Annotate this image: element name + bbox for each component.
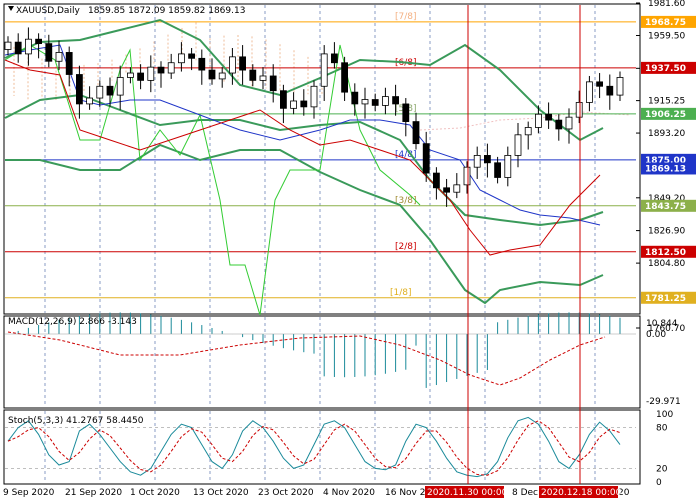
- candle[interactable]: [239, 45, 247, 85]
- candle[interactable]: [14, 33, 22, 63]
- date-marker-label: 2020.11.30 00:00: [427, 488, 508, 498]
- candle[interactable]: [494, 156, 502, 184]
- stoch-title: Stoch(5,3,3) 41.2767 58.4450: [8, 416, 144, 426]
- candle[interactable]: [65, 46, 73, 87]
- price-level-badge-text: 1781.25: [645, 294, 686, 304]
- candle[interactable]: [371, 93, 379, 112]
- candle[interactable]: [157, 61, 165, 88]
- chart-canvas[interactable]: [7/8][6/8][5/8][4/8][3/8][2/8][1/8] XAUU…: [0, 0, 700, 500]
- candle[interactable]: [402, 98, 410, 137]
- price-level-badge-text: 1937.50: [645, 64, 686, 74]
- price-tick-label: 1981.60: [648, 0, 685, 9]
- stoch-tick-label: 20: [656, 464, 668, 474]
- date-label: 9 Sep 2020: [3, 488, 55, 498]
- date-label: 13 Oct 2020: [193, 488, 249, 498]
- candle[interactable]: [300, 89, 308, 116]
- candlesticks[interactable]: [4, 27, 624, 207]
- murray-level-label: [7/8]: [395, 12, 417, 22]
- candle[interactable]: [504, 146, 512, 187]
- candle[interactable]: [167, 53, 175, 79]
- date-label: 4 Nov 2020: [323, 488, 375, 498]
- stoch-tick-label: 100: [656, 410, 673, 420]
- macd-title: MACD(12,26,9) 2.866 -3.143: [8, 317, 137, 327]
- price-tick-label: 1804.80: [648, 259, 685, 269]
- candle[interactable]: [24, 27, 32, 66]
- fast-line: [4, 44, 421, 316]
- price-level-badge-text: 1843.75: [645, 202, 686, 212]
- candle[interactable]: [606, 74, 614, 110]
- date-marker-label: 2020.12.18 00:00: [541, 488, 622, 498]
- murray-level-label: [1/8]: [390, 288, 412, 298]
- candle[interactable]: [35, 33, 42, 59]
- bollinger-bands: [4, 18, 604, 305]
- macd-tick-label: -29.971: [646, 397, 681, 407]
- symbol-label: XAUUSD,Daily: [16, 6, 80, 16]
- candle[interactable]: [218, 67, 226, 88]
- candle[interactable]: [290, 92, 298, 115]
- candle[interactable]: [381, 87, 389, 115]
- candle[interactable]: [177, 42, 185, 72]
- candle[interactable]: [4, 36, 12, 56]
- price-axis[interactable]: 1981.601959.501937.201915.251893.201849.…: [636, 0, 696, 488]
- candle[interactable]: [310, 80, 318, 119]
- candle[interactable]: [116, 65, 124, 110]
- date-label: 21 Sep 2020: [65, 488, 122, 498]
- date-label: 16 Nov 20: [385, 488, 431, 498]
- macd-signal-line: [7, 331, 606, 386]
- candle[interactable]: [279, 84, 287, 124]
- macd-tick-label: 0.00: [646, 330, 666, 340]
- dropdown-triangle-icon[interactable]: [8, 6, 14, 11]
- stoch-tick-label: 80: [656, 424, 668, 434]
- candle[interactable]: [351, 83, 359, 116]
- price-tick-label: 1893.20: [648, 129, 685, 139]
- stochastic-plot: [5, 416, 636, 478]
- candle[interactable]: [616, 71, 624, 101]
- candle[interactable]: [483, 143, 491, 178]
- symbol-info: XAUUSD,Daily 1859.85 1872.09 1859.82 186…: [8, 6, 245, 16]
- candle[interactable]: [463, 161, 471, 194]
- price-tick-label: 1915.25: [648, 97, 685, 107]
- candle[interactable]: [412, 112, 420, 150]
- time-axis[interactable]: 9 Sep 2020 21 Sep 2020 1 Oct 2020 13 Oct 20…: [3, 486, 630, 498]
- date-label: 23 Oct 2020: [258, 488, 314, 498]
- candle[interactable]: [106, 77, 114, 107]
- stoch-tick-label: 0: [656, 478, 662, 488]
- price-level-badge-text: 1968.75: [645, 18, 686, 28]
- candle[interactable]: [586, 75, 593, 112]
- date-label: 8 Dec: [512, 488, 538, 498]
- bollinger-line: [4, 18, 604, 142]
- price-tick-label: 1826.90: [648, 227, 685, 237]
- candle[interactable]: [453, 173, 461, 199]
- candle[interactable]: [188, 48, 196, 71]
- candle[interactable]: [524, 121, 532, 150]
- bollinger-line: [5, 143, 604, 305]
- candle[interactable]: [473, 146, 481, 179]
- candle[interactable]: [545, 102, 552, 129]
- candle[interactable]: [432, 167, 440, 200]
- candle[interactable]: [147, 55, 155, 93]
- candle[interactable]: [575, 90, 583, 124]
- current-price-text: 1869.13: [645, 164, 686, 174]
- price-tick-label: 1959.50: [648, 32, 685, 42]
- candle[interactable]: [86, 86, 93, 110]
- macd-tick-label: 10.844: [646, 319, 678, 329]
- candle[interactable]: [341, 56, 349, 101]
- price-level-badge-text: 1812.50: [645, 248, 686, 258]
- murray-levels: [7/8][6/8][5/8][4/8][3/8][2/8][1/8]: [5, 12, 636, 299]
- date-label: 1 Oct 2020: [130, 488, 180, 498]
- candle[interactable]: [555, 114, 563, 141]
- price-level-badge-text: 1906.25: [645, 110, 686, 120]
- candle[interactable]: [269, 64, 277, 103]
- candle[interactable]: [514, 123, 522, 168]
- candle[interactable]: [596, 73, 603, 99]
- candle[interactable]: [443, 178, 451, 207]
- ohlc-values: 1859.85 1872.09 1859.82 1869.13: [88, 6, 245, 16]
- candle[interactable]: [45, 34, 53, 68]
- murray-level-label: [2/8]: [395, 242, 417, 252]
- candle[interactable]: [198, 49, 206, 85]
- candle[interactable]: [76, 65, 83, 119]
